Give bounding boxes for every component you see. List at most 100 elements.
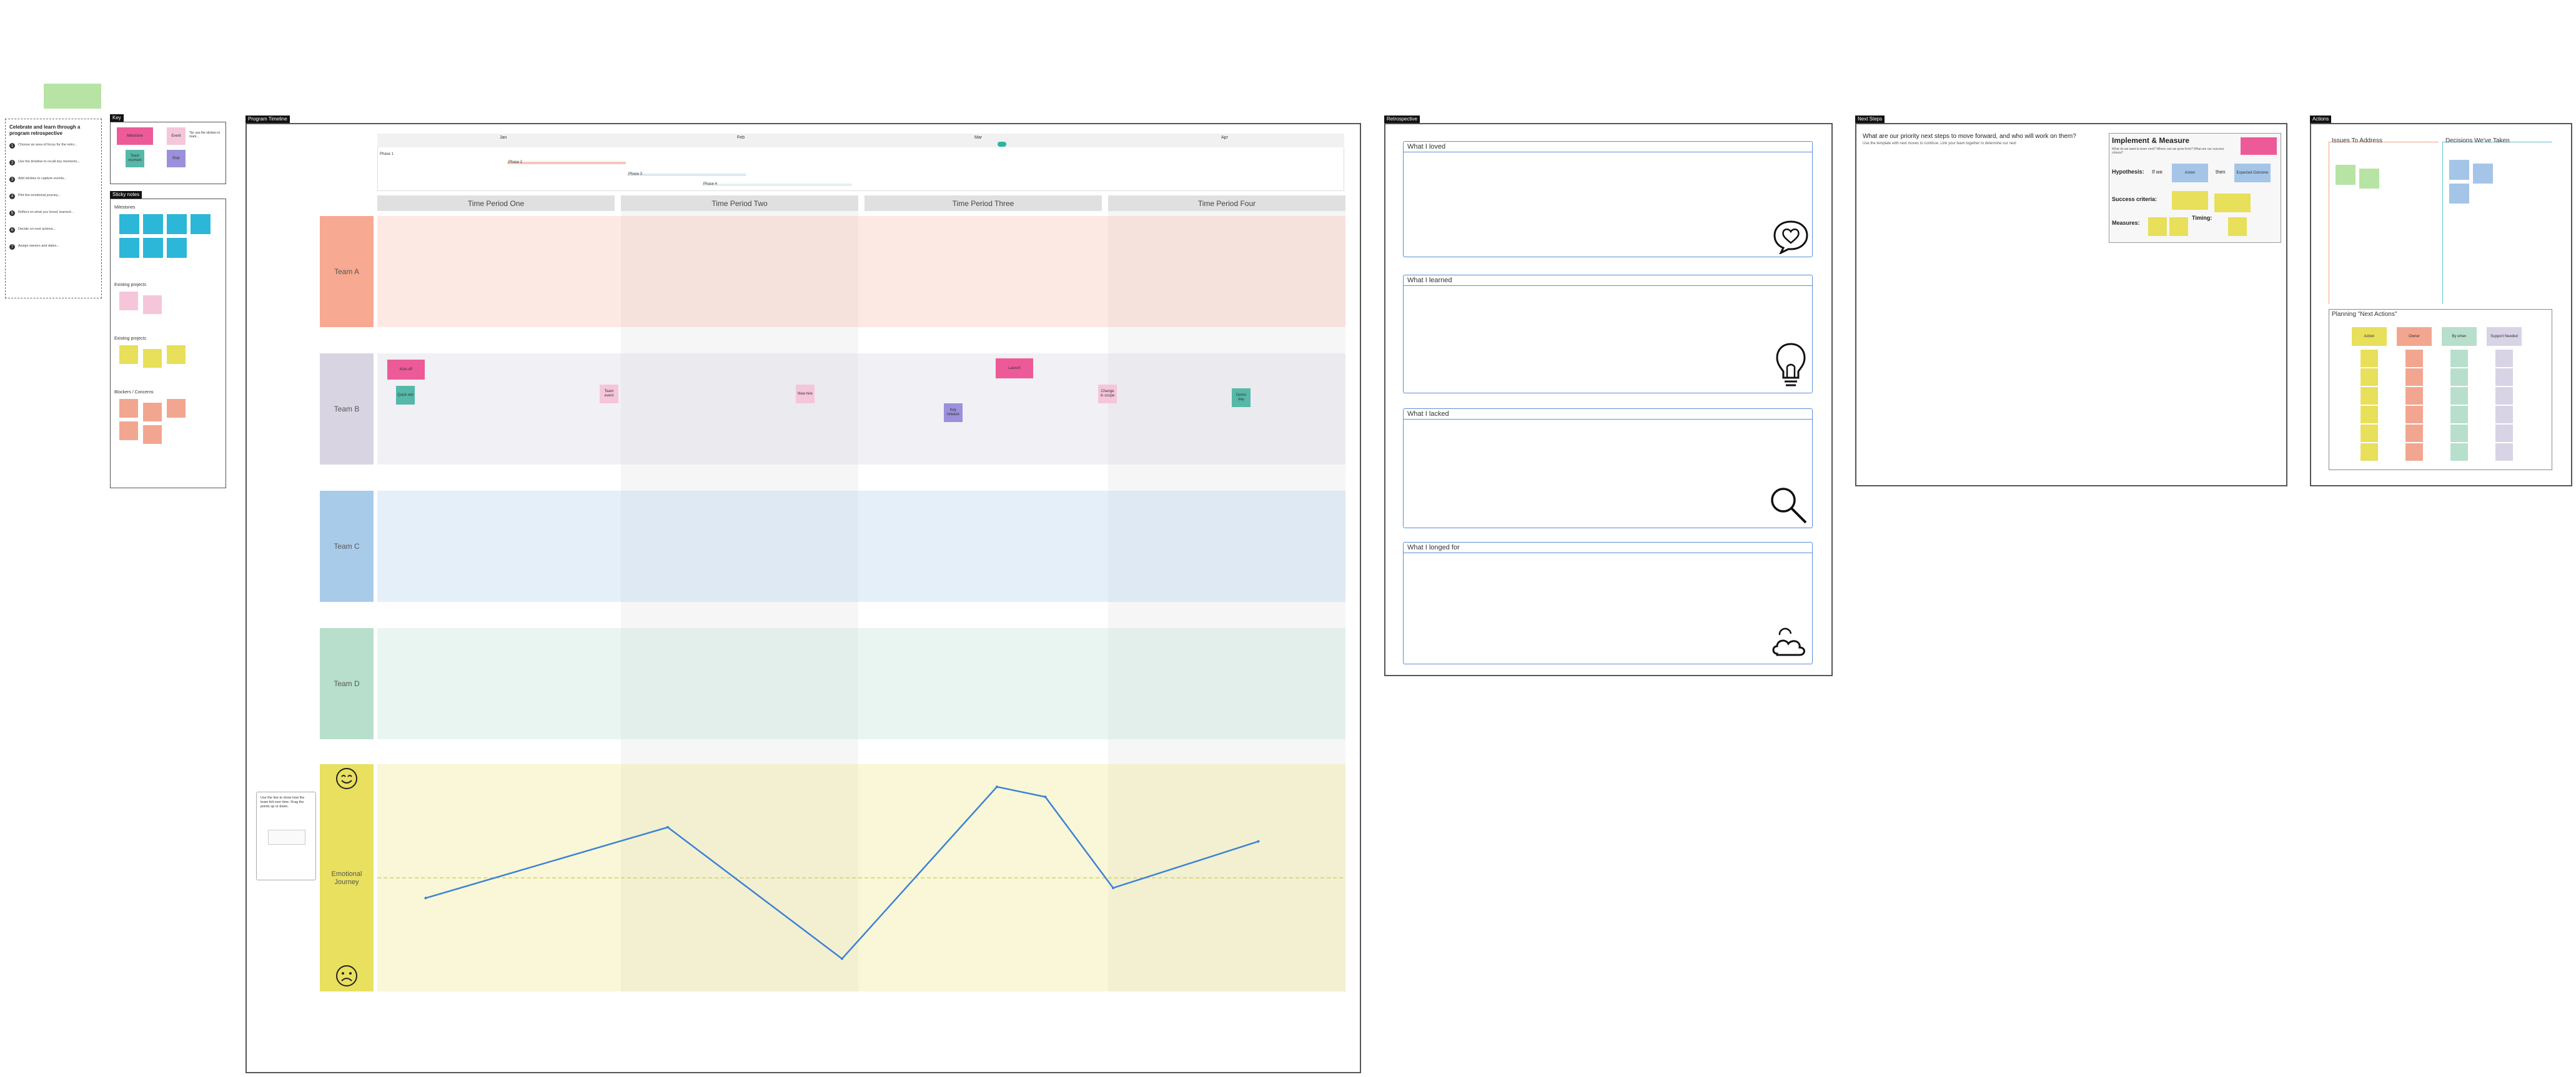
planning-note[interactable]: [2361, 425, 2378, 442]
salmon-note[interactable]: [143, 425, 162, 444]
cyan-note[interactable]: [119, 214, 139, 234]
gantt-bar[interactable]: [702, 184, 852, 186]
emotional-journey-chart[interactable]: [377, 764, 1345, 991]
salmon-note[interactable]: [167, 399, 186, 418]
today-marker[interactable]: [998, 142, 1006, 147]
gantt-header: [377, 134, 1344, 147]
planning-note[interactable]: [2495, 350, 2513, 367]
issue-note[interactable]: [2359, 169, 2379, 189]
implement-card: Implement & Measure What do we want to l…: [2109, 133, 2281, 243]
key-pink-note[interactable]: Milestone: [117, 127, 153, 145]
team-b-sticky[interactable]: Launch: [996, 358, 1033, 378]
month-label: Jan: [500, 135, 507, 140]
retro-box-learned[interactable]: What I learned: [1403, 275, 1813, 393]
planning-note[interactable]: [2361, 368, 2378, 386]
cyan-note[interactable]: [191, 214, 211, 234]
issues-column[interactable]: Issues To Address: [2329, 137, 2439, 304]
planning-box[interactable]: Planning "Next Actions" Action Owner By wh…: [2329, 309, 2552, 470]
timing-note[interactable]: [2228, 217, 2247, 236]
lpink-note[interactable]: [143, 295, 162, 314]
team-b-sticky[interactable]: Key release: [944, 403, 963, 422]
planning-note[interactable]: [2495, 406, 2513, 423]
team-a-lane[interactable]: [377, 216, 1345, 327]
implement-pink-note[interactable]: [2241, 137, 2277, 155]
planning-note[interactable]: [2495, 387, 2513, 405]
cyan-note[interactable]: [167, 238, 187, 258]
measure-note[interactable]: [2169, 217, 2188, 236]
planning-note[interactable]: [2450, 425, 2468, 442]
planning-note[interactable]: [2495, 368, 2513, 386]
planning-note[interactable]: [2450, 406, 2468, 423]
measure-note[interactable]: [2148, 217, 2167, 236]
salmon-note[interactable]: [119, 399, 138, 418]
journey-point: [996, 785, 998, 789]
lpink-note[interactable]: [119, 292, 138, 310]
success-note[interactable]: [2214, 194, 2251, 212]
planning-column-header[interactable]: Support Needed: [2487, 327, 2522, 346]
issue-note[interactable]: [2336, 165, 2356, 185]
key-tag: Key: [110, 114, 124, 122]
decision-note[interactable]: [2473, 164, 2493, 184]
team-b-sticky[interactable]: Change in scope: [1098, 385, 1117, 403]
planning-note[interactable]: [2405, 350, 2423, 367]
planning-column-header[interactable]: By when: [2442, 327, 2477, 346]
team-b-sticky[interactable]: Kick-off: [387, 360, 425, 380]
gantt-label: Phase 2: [508, 160, 523, 164]
key-violet-note[interactable]: Risk: [167, 150, 186, 167]
step-text: Plot the emotional journey...: [18, 194, 61, 197]
yellow-note[interactable]: [143, 349, 162, 368]
salmon-note[interactable]: [143, 403, 162, 421]
team-b-sticky[interactable]: New hire: [796, 385, 815, 403]
retro-box-longed[interactable]: What I longed for: [1403, 542, 1813, 664]
salmon-note[interactable]: [119, 421, 138, 440]
cyan-note[interactable]: [143, 214, 163, 234]
planning-column-header[interactable]: Action: [2352, 327, 2387, 346]
retro-box-loved[interactable]: What I loved: [1403, 141, 1813, 257]
retro-box-title: What I loved: [1407, 143, 1446, 150]
planning-note[interactable]: [2405, 368, 2423, 386]
decision-note[interactable]: [2449, 184, 2469, 204]
planning-title: Planning "Next Actions": [2332, 311, 2397, 318]
planning-note[interactable]: [2450, 387, 2468, 405]
cyan-note[interactable]: [143, 238, 163, 258]
sad-face-icon: [336, 965, 357, 986]
team-d-lane[interactable]: [377, 628, 1345, 739]
hypothesis-note[interactable]: Expected Outcome: [2234, 164, 2271, 182]
planning-note[interactable]: [2361, 443, 2378, 461]
hypothesis-note[interactable]: Action: [2172, 164, 2208, 182]
planning-note[interactable]: [2495, 443, 2513, 461]
yellow-note[interactable]: [119, 345, 138, 364]
planning-note[interactable]: [2495, 425, 2513, 442]
then-label: then: [2216, 169, 2226, 175]
decision-note[interactable]: [2449, 160, 2469, 180]
cyan-note[interactable]: [119, 238, 139, 258]
planning-note[interactable]: [2450, 350, 2468, 367]
team-c-lane[interactable]: [377, 491, 1345, 602]
team-b-sticky[interactable]: Quick win: [396, 386, 415, 405]
team-b-sticky[interactable]: Team event: [600, 385, 618, 403]
key-teal-note[interactable]: Team moment: [126, 150, 144, 167]
team-a-label: Team A: [334, 267, 360, 276]
gantt-bar[interactable]: [507, 162, 626, 164]
planning-note[interactable]: [2405, 406, 2423, 423]
planning-column-header[interactable]: Owner: [2397, 327, 2432, 346]
team-b-sticky[interactable]: Demo day: [1232, 388, 1251, 407]
intro-note[interactable]: [44, 84, 101, 109]
planning-note[interactable]: [2405, 443, 2423, 461]
planning-note[interactable]: [2405, 387, 2423, 405]
success-note[interactable]: [2172, 191, 2208, 210]
gantt-bar[interactable]: [627, 174, 746, 176]
decisions-column[interactable]: Decisions We've Taken: [2442, 137, 2552, 304]
gantt-label: Phase 3: [628, 172, 643, 176]
yellow-note[interactable]: [167, 345, 186, 364]
cyan-note[interactable]: [167, 214, 187, 234]
planning-note[interactable]: [2361, 406, 2378, 423]
planning-note[interactable]: [2361, 350, 2378, 367]
retro-box-lacked[interactable]: What I lacked: [1403, 408, 1813, 528]
team-b-lane[interactable]: [377, 353, 1345, 465]
key-lpink-note[interactable]: Event: [167, 127, 186, 145]
planning-note[interactable]: [2450, 368, 2468, 386]
planning-note[interactable]: [2361, 387, 2378, 405]
planning-note[interactable]: [2405, 425, 2423, 442]
planning-note[interactable]: [2450, 443, 2468, 461]
